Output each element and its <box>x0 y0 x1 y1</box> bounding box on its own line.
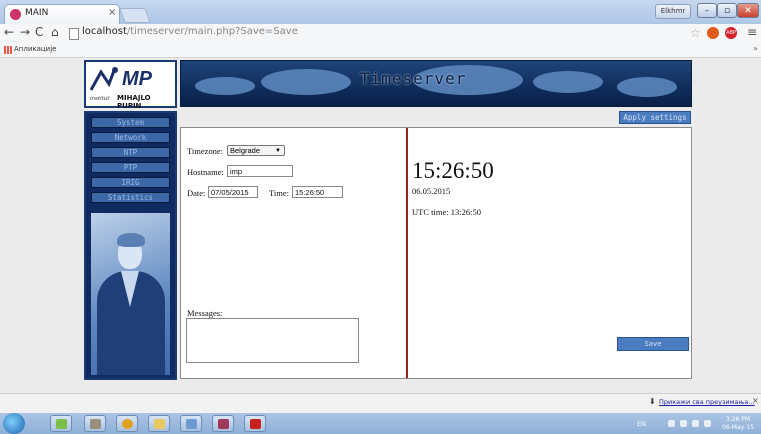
messages-textarea[interactable] <box>186 318 359 363</box>
pdf-glyph-icon <box>250 419 261 429</box>
current-date-display: 06.05.2015 <box>412 186 451 196</box>
start-button-icon[interactable] <box>3 413 25 434</box>
forward-arrow-icon[interactable]: → <box>20 25 30 39</box>
favicon-icon <box>10 9 21 20</box>
taskbar-chrome-icon[interactable] <box>116 415 138 432</box>
save-button[interactable]: Save <box>617 337 689 351</box>
sidebar-item-statistics[interactable]: Statistics <box>91 192 170 203</box>
time-label: Time: <box>269 188 290 198</box>
url-host: localhost <box>82 26 127 37</box>
time-input[interactable]: 15:26:50 <box>292 186 343 198</box>
logo-institute: institut <box>90 96 110 102</box>
app-glyph-icon <box>218 419 229 429</box>
taskbar-pdf-icon[interactable] <box>244 415 266 432</box>
taskbar-app-icon[interactable] <box>180 415 202 432</box>
messages-label: Messages: <box>187 308 223 318</box>
back-arrow-icon[interactable]: ← <box>4 25 14 39</box>
world-map-landmass <box>195 77 255 95</box>
bookmark-star-icon[interactable]: ☆ <box>690 26 701 40</box>
app-glyph-icon <box>186 419 197 429</box>
window-close-button[interactable]: ✕ <box>737 3 759 18</box>
reload-icon[interactable]: C <box>35 25 43 39</box>
apply-settings-button[interactable]: Apply settings <box>619 111 691 124</box>
keyboard-language[interactable]: EN <box>637 420 646 428</box>
timezone-select[interactable]: Belgrade ▼ <box>227 145 285 156</box>
panel-divider <box>406 128 408 378</box>
current-time-display: 15:26:50 <box>412 158 494 183</box>
logo-mark: MP <box>122 68 152 90</box>
sidebar-item-irig[interactable]: IRIG <box>91 177 170 188</box>
url-path: /timeserver/main.php?Save=Save <box>126 26 298 37</box>
show-all-downloads-link[interactable]: Прикажи сва преузимања... <box>659 398 755 406</box>
browser-tab[interactable]: MAIN × <box>4 4 120 24</box>
sidebar-item-ptp[interactable]: PTP <box>91 162 170 173</box>
sidebar-item-system[interactable]: System <box>91 117 170 128</box>
world-map-landmass <box>261 69 351 95</box>
header-banner: Timeserver <box>180 60 692 107</box>
new-tab-button[interactable] <box>119 8 151 23</box>
utc-time-display: UTC time: 13:26:50 <box>412 207 481 217</box>
apps-grid-icon[interactable] <box>4 46 12 54</box>
tab-title: MAIN <box>25 8 49 18</box>
app-glyph-icon <box>56 419 67 429</box>
os-taskbar <box>0 413 761 434</box>
chrome-glyph-icon <box>122 419 133 429</box>
portrait-image <box>91 213 170 375</box>
logo-name: MIHAJLO PUPIN <box>117 94 151 110</box>
institute-logo: MP institut MIHAJLO PUPIN <box>84 60 177 110</box>
bookmarks-overflow-icon[interactable]: » <box>753 44 758 53</box>
hostname-label: Hostname: <box>187 167 224 177</box>
sidebar-item-network[interactable]: Network <box>91 132 170 143</box>
tray-battery-icon[interactable] <box>692 420 699 427</box>
home-icon[interactable]: ⌂ <box>51 25 59 39</box>
download-icon: ⬇ <box>649 397 656 406</box>
profile-badge[interactable]: Elkhmr <box>655 4 691 19</box>
dropdown-arrow-icon: ▼ <box>275 148 281 154</box>
world-map-landmass <box>533 71 603 93</box>
taskbar-folder-icon[interactable] <box>148 415 170 432</box>
sidebar-item-ntp[interactable]: NTP <box>91 147 170 158</box>
taskbar-clock[interactable]: 3:26 PM 06-May-15 <box>722 416 754 432</box>
tray-volume-icon[interactable] <box>704 420 711 427</box>
folder-glyph-icon <box>154 419 165 429</box>
settings-panel: Timezone: Belgrade ▼ Hostname: imp Date:… <box>180 127 692 379</box>
taskbar-app-icon[interactable] <box>84 415 106 432</box>
taskbar-app-icon[interactable] <box>50 415 72 432</box>
timezone-label: Timezone: <box>187 146 224 156</box>
world-map-landmass <box>617 77 677 97</box>
sidebar-nav: System Network NTP PTP IRIG Statistics <box>84 111 177 380</box>
tray-flag-icon[interactable] <box>668 420 675 427</box>
download-bar <box>0 393 761 413</box>
bookmarks-bar <box>0 44 761 58</box>
taskbar-clock-date: 06-May-15 <box>722 424 754 431</box>
logo-emblem-icon <box>89 67 118 91</box>
app-glyph-icon <box>90 419 101 429</box>
banner-title: Timeserver <box>360 69 467 88</box>
address-bar[interactable]: localhost/timeserver/main.php?Save=Save <box>82 26 298 37</box>
browser-menu-icon[interactable]: ≡ <box>747 25 757 39</box>
date-input[interactable]: 07/05/2015 <box>208 186 258 198</box>
window-maximize-button[interactable]: ▫ <box>717 3 737 18</box>
taskbar-clock-time: 3:26 PM <box>725 416 751 423</box>
tab-close-icon[interactable]: × <box>108 7 116 18</box>
page-icon <box>69 28 79 40</box>
hostname-input[interactable]: imp <box>227 165 293 177</box>
adblock-icon[interactable]: ABP <box>725 27 737 39</box>
download-bar-close-icon[interactable]: × <box>752 396 759 405</box>
extension-icon[interactable] <box>707 27 719 39</box>
window-minimize-button[interactable]: – <box>697 3 717 18</box>
portrait-hair <box>117 233 145 247</box>
timezone-value: Belgrade <box>230 146 261 155</box>
tray-network-icon[interactable] <box>680 420 687 427</box>
date-label: Date: <box>187 188 206 198</box>
bookmark-apps[interactable]: Апликације <box>14 45 56 53</box>
taskbar-app-icon[interactable] <box>212 415 234 432</box>
